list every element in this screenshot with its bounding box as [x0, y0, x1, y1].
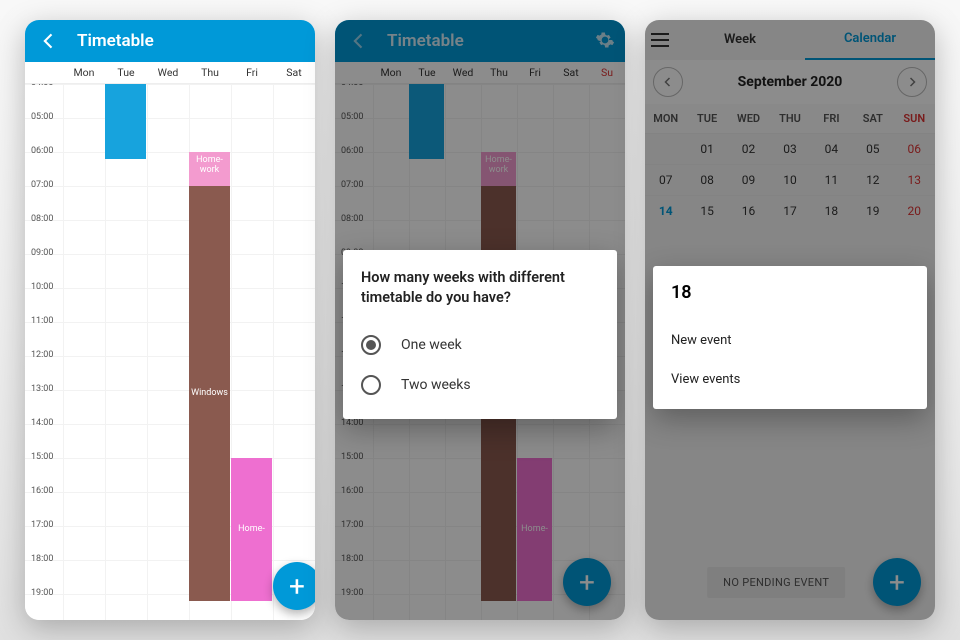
- day-sat: Sat: [273, 62, 315, 83]
- hour-label: 16:00: [31, 486, 53, 496]
- grid-column: [147, 84, 148, 620]
- hour-row: 13:00: [25, 390, 315, 424]
- timetable-event[interactable]: [105, 84, 146, 159]
- hour-row: 11:00: [25, 322, 315, 356]
- grid-column: [63, 84, 64, 620]
- radio-option-one-week[interactable]: One week: [361, 325, 599, 365]
- sheet-title: 18: [671, 282, 909, 303]
- timetable-event[interactable]: Windows: [189, 186, 230, 601]
- hour-row: 06:00: [25, 152, 315, 186]
- hour-label: 04:00: [31, 84, 53, 88]
- radio-label: One week: [401, 337, 462, 353]
- radio-icon: [361, 335, 381, 355]
- hour-label: 06:00: [31, 146, 53, 156]
- grid-column: [273, 84, 274, 620]
- day-tue: Tue: [105, 62, 147, 83]
- back-icon[interactable]: [39, 31, 59, 51]
- hour-label: 08:00: [31, 214, 53, 224]
- hour-label: 13:00: [31, 384, 53, 394]
- radio-icon: [361, 375, 381, 395]
- add-event-fab[interactable]: +: [273, 562, 315, 610]
- screen-title: Timetable: [77, 31, 154, 51]
- timetable-area[interactable]: Mon Tue Wed Thu Fri Sat 04:0005:0006:000…: [25, 62, 315, 620]
- action-view-events[interactable]: View events: [671, 360, 909, 399]
- hour-label: 14:00: [31, 418, 53, 428]
- day-thu: Thu: [189, 62, 231, 83]
- hour-label: 12:00: [31, 350, 53, 360]
- day-fri: Fri: [231, 62, 273, 83]
- hour-label: 10:00: [31, 282, 53, 292]
- action-new-event[interactable]: New event: [671, 321, 909, 360]
- hour-row: 10:00: [25, 288, 315, 322]
- hour-label: 07:00: [31, 180, 53, 190]
- plus-icon: +: [289, 570, 305, 603]
- hour-label: 05:00: [31, 112, 53, 122]
- grid-column: [105, 84, 106, 620]
- day-action-sheet: 18 New event View events: [653, 266, 927, 409]
- hour-label: 15:00: [31, 452, 53, 462]
- screen-timetable-main: Timetable Mon Tue Wed Thu Fri Sat 04:00 0…: [25, 20, 315, 620]
- screen-timetable-dialog: Timetable Mon Tue Wed Thu Fri Sat Su 04:…: [335, 20, 625, 620]
- hour-label: 17:00: [31, 520, 53, 530]
- hour-row: 12:00: [25, 356, 315, 390]
- hour-label: 18:00: [31, 554, 53, 564]
- screen-calendar: Week Calendar September 2020 MON TUE WED…: [645, 20, 935, 620]
- hour-row: 05:00: [25, 118, 315, 152]
- app-bar: Timetable: [25, 20, 315, 62]
- day-wed: Wed: [147, 62, 189, 83]
- hour-row: 04:00: [25, 84, 315, 118]
- hour-label: 19:00: [31, 588, 53, 598]
- hour-row: 09:00: [25, 254, 315, 288]
- timetable-event[interactable]: Home-: [231, 458, 272, 601]
- hour-label: 11:00: [31, 316, 53, 326]
- day-header-row: Mon Tue Wed Thu Fri Sat: [25, 62, 315, 84]
- hour-row: 14:00: [25, 424, 315, 458]
- radio-option-two-weeks[interactable]: Two weeks: [361, 365, 599, 405]
- day-mon: Mon: [63, 62, 105, 83]
- hour-row: 07:00: [25, 186, 315, 220]
- radio-label: Two weeks: [401, 377, 471, 393]
- weeks-dialog: How many weeks with different timetable …: [343, 250, 617, 419]
- timetable-grid[interactable]: 04:0005:0006:0007:0008:0009:0010:0011:00…: [25, 84, 315, 620]
- hour-label: 09:00: [31, 248, 53, 258]
- dialog-title: How many weeks with different timetable …: [361, 268, 599, 307]
- hour-row: 08:00: [25, 220, 315, 254]
- timetable-event[interactable]: Home- work: [189, 152, 230, 186]
